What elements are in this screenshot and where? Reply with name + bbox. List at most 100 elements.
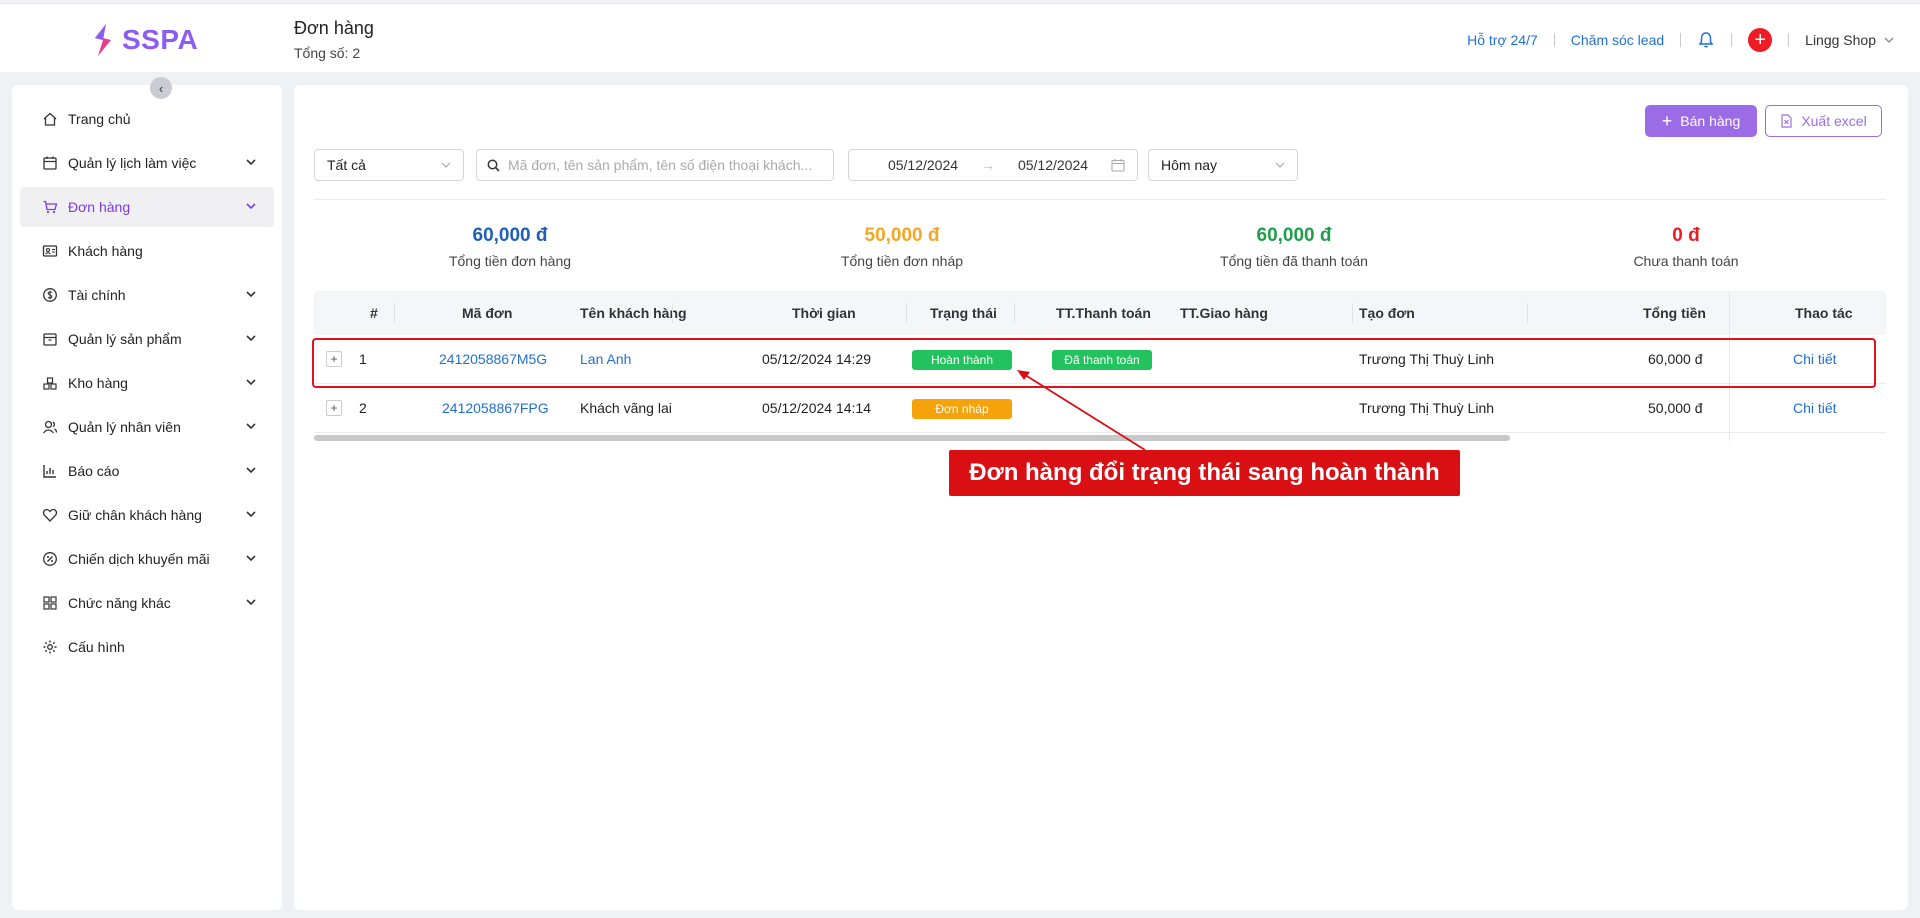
sidebar-item-label: Tài chính (68, 287, 126, 303)
sidebar-item-label: Quản lý sản phẩm (68, 331, 182, 347)
table-row[interactable]: + 1 2412058867M5G Lan Anh 05/12/2024 14:… (314, 335, 1886, 384)
order-code-link[interactable]: 2412058867FPG (442, 384, 549, 432)
expand-row-icon[interactable]: + (326, 351, 342, 367)
row-index: 1 (359, 351, 367, 367)
shop-selector[interactable]: Lingg Shop (1805, 32, 1894, 48)
collapse-sidebar-button[interactable]: ‹ (150, 77, 172, 99)
orders-table-header: # Mã đơn Tên khách hàng Thời gian Trạng … (314, 291, 1886, 335)
column-header: # (370, 305, 378, 321)
time-range-select[interactable]: Hôm nay (1148, 149, 1298, 181)
sidebar-item[interactable]: Quản lý sản phẩm (20, 319, 274, 359)
expand-row-icon[interactable]: + (326, 400, 342, 416)
sidebar-item[interactable]: Trang chủ (20, 99, 274, 139)
order-time: 05/12/2024 14:14 (762, 400, 871, 416)
page-title: Đơn hàng (294, 18, 374, 38)
discount-icon (43, 552, 57, 566)
export-excel-button[interactable]: Xuất excel (1765, 105, 1882, 137)
chevron-down-icon (246, 467, 256, 474)
stat-label: Chưa thanh toán (1633, 253, 1739, 269)
sell-button[interactable]: + Bán hàng (1645, 105, 1757, 137)
stat-paid: 60,000 đ Tổng tiền đã thanh toán (1144, 225, 1444, 269)
customer-name: Khách vãng lai (580, 400, 672, 416)
stat-label: Tổng tiền đã thanh toán (1220, 253, 1368, 269)
sidebar-item[interactable]: Quản lý lịch làm việc (20, 143, 274, 183)
heart-icon (42, 508, 58, 522)
chevron-down-icon (1275, 162, 1285, 168)
plus-icon: + (1661, 111, 1673, 131)
chevron-down-icon (246, 203, 256, 210)
column-header[interactable]: Mã đơn (462, 291, 512, 335)
sidebar-item[interactable]: Báo cáo (20, 451, 274, 491)
table-row[interactable]: + 2 2412058867FPG Khách vãng lai 05/12/2… (314, 384, 1886, 433)
status-badge: Đơn nháp (912, 399, 1012, 420)
cart-icon (43, 200, 58, 214)
divider (1788, 33, 1790, 47)
sidebar: Trang chủ Quản lý lịch làm việc Đơn hàng Kh… (12, 85, 282, 910)
stat-value: 60,000 đ (1256, 225, 1332, 246)
chevron-down-icon (246, 159, 256, 166)
divider (1352, 303, 1353, 323)
contact-card-icon (42, 245, 58, 257)
lead-care-link[interactable]: Chăm sóc lead (1571, 32, 1664, 48)
page-count: Tổng số: 2 (294, 45, 361, 61)
quick-add-icon[interactable]: + (1748, 28, 1773, 52)
sidebar-item[interactable]: Kho hàng (20, 363, 274, 403)
status-filter-select[interactable]: Tất cả (314, 149, 464, 181)
detail-link[interactable]: Chi tiết (1793, 335, 1837, 383)
chevron-down-icon (441, 162, 451, 168)
file-excel-icon (1781, 114, 1792, 128)
sell-button-label: Bán hàng (1680, 113, 1741, 129)
sidebar-item[interactable]: Giữ chân khách hàng (20, 495, 274, 535)
sidebar-item-label: Trang chủ (68, 111, 131, 127)
calendar-icon (43, 156, 57, 170)
column-header[interactable]: Tổng tiền (1643, 291, 1706, 335)
sidebar-item-label: Quản lý nhân viên (68, 419, 181, 435)
logo[interactable]: SSPA (92, 23, 198, 57)
divider (1731, 33, 1733, 47)
column-header[interactable]: TT.Thanh toán (1056, 291, 1151, 335)
sidebar-item[interactable]: Chức năng khác (20, 583, 274, 623)
date-arrow: → (981, 157, 995, 173)
logo-mark-icon (95, 24, 111, 56)
payment-status-cell: Đã thanh toán (1052, 335, 1152, 383)
search-input[interactable]: Mã đơn, tên sản phẩm, tên số điện thoại … (476, 149, 834, 181)
stat-unpaid: 0 đ Chưa thanh toán (1536, 225, 1836, 269)
order-code-link[interactable]: 2412058867M5G (439, 335, 547, 383)
column-header[interactable]: Thời gian (792, 291, 856, 335)
bar-chart-icon (43, 465, 56, 478)
created-by: Trương Thị Thuỳ Linh (1359, 351, 1495, 367)
sidebar-item[interactable]: Cấu hình (20, 627, 274, 667)
detail-link[interactable]: Chi tiết (1793, 384, 1837, 432)
chevron-down-icon (246, 511, 256, 518)
row-index: 2 (359, 400, 367, 416)
sidebar-item[interactable]: Khách hàng (20, 231, 274, 271)
column-header[interactable]: Tên khách hàng (580, 291, 687, 335)
column-header[interactable]: TT.Giao hàng (1180, 291, 1268, 335)
date-range-picker[interactable]: 05/12/2024 → 05/12/2024 (848, 149, 1138, 181)
column-header[interactable]: Trạng thái (930, 291, 997, 335)
customer-link[interactable]: Lan Anh (580, 335, 631, 383)
date-to[interactable]: 05/12/2024 (1003, 157, 1103, 173)
order-time: 05/12/2024 14:29 (762, 351, 871, 367)
order-status-cell: Đơn nháp (912, 384, 1012, 432)
horizontal-scrollbar[interactable] (314, 435, 1510, 441)
stat-value: 0 đ (1672, 225, 1700, 246)
users-icon (43, 420, 58, 434)
divider (1680, 33, 1682, 47)
support-link[interactable]: Hỗ trợ 24/7 (1467, 32, 1538, 48)
sidebar-item[interactable]: Quản lý nhân viên (20, 407, 274, 447)
sidebar-item[interactable]: Đơn hàng (20, 187, 274, 227)
sidebar-item[interactable]: Chiến dịch khuyến mãi (20, 539, 274, 579)
column-header[interactable]: Tạo đơn (1359, 291, 1415, 335)
search-placeholder: Mã đơn, tên sản phẩm, tên số điện thoại … (508, 157, 813, 173)
chevron-down-icon (246, 335, 256, 342)
divider (1553, 33, 1555, 47)
bell-icon[interactable] (1697, 31, 1715, 49)
divider (1014, 303, 1015, 323)
divider (314, 199, 1886, 200)
home-icon (43, 112, 57, 126)
sidebar-item[interactable]: Tài chính (20, 275, 274, 315)
date-from[interactable]: 05/12/2024 (873, 157, 973, 173)
chevron-down-icon (1884, 37, 1894, 43)
divider (1527, 303, 1528, 323)
